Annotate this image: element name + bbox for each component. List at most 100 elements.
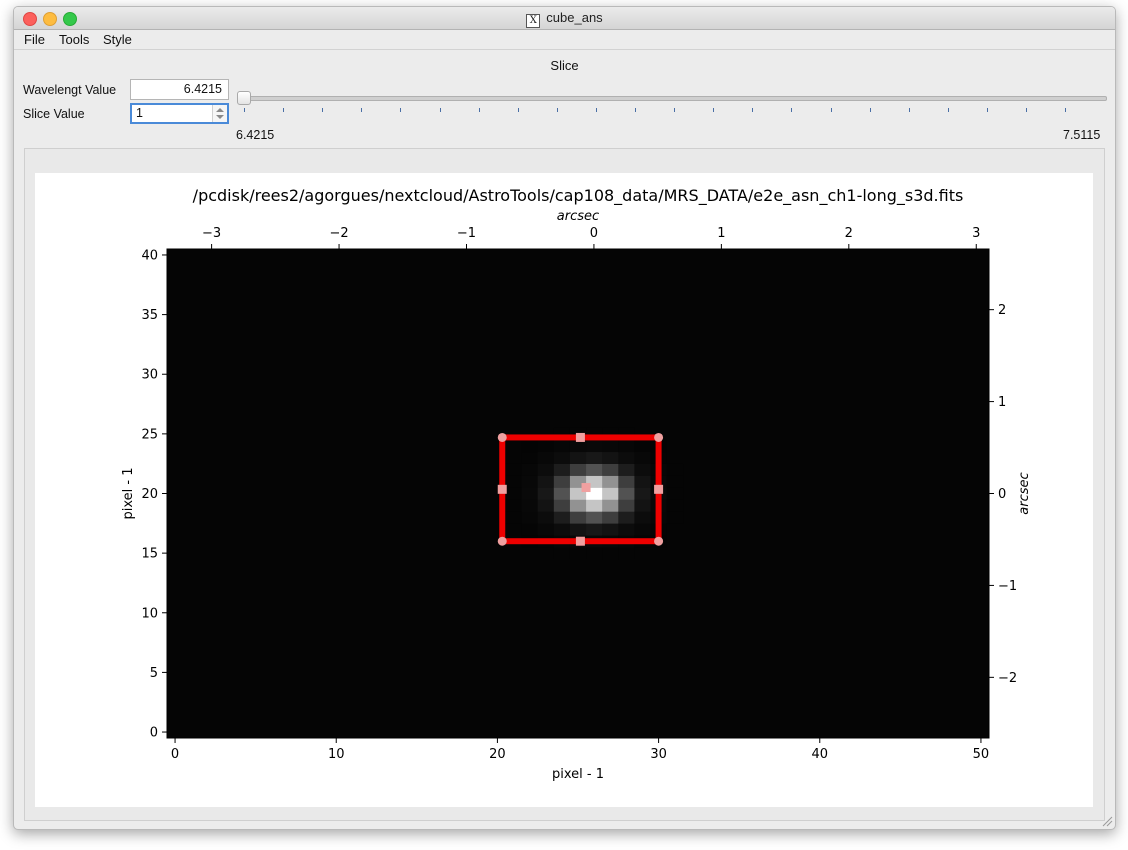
slider-tick [635,108,636,112]
right-y-tick-label: 2 [998,303,1006,318]
pixel-cell [553,451,571,464]
spin-up-icon[interactable] [216,108,224,112]
pixel-cell [586,511,603,524]
top-x-tick-label: −1 [457,226,476,241]
right-y-tick-label: −2 [998,671,1017,686]
pixel-cell [521,463,539,476]
roi-corner-handle[interactable] [654,536,664,546]
slider-tick [752,108,754,112]
image-plot[interactable]: 0 10 20 30 40 500510152025303540−3 −2 −1 0 1 2 3−2−… [35,173,1093,807]
plot-canvas[interactable]: 0 10 20 30 40 50 0 5 10 15 20 25 30 35 40 −3 −2 −1 0 1 2 3 −2−… [35,173,1093,807]
slider-tick [986,108,988,112]
y-tick-label: 10 [141,606,158,621]
pixel-cell [569,523,587,536]
pixel-cell [618,523,635,536]
y-tick-label: 40 [141,248,158,263]
slider-tick [947,108,949,112]
y-tick-label: 5 [150,666,158,681]
roi-edge-handle[interactable] [654,484,664,494]
pixel-cell [505,475,522,488]
pixel-cell [618,487,635,500]
y-tick-label: 15 [141,547,158,562]
top-x-tick-label: 1 [717,226,725,241]
pixel-cell [521,475,539,488]
pixel-cell [537,451,555,464]
pixel-cell [618,439,635,453]
spin-down-icon[interactable] [216,115,224,119]
pixel-cell [586,499,603,512]
slider-max-label: 7.5115 [1063,128,1101,142]
pixel-cell [586,463,603,476]
pixel-cell [505,499,522,512]
x-tick-label: 0 [171,747,179,762]
resize-grip-icon[interactable] [1101,815,1113,827]
pixel-cell [586,451,603,464]
top-x-tick-label: −2 [329,226,348,241]
top-x-tick-label: −3 [202,226,221,241]
pixel-cell [634,511,651,524]
top-x-tick-label: 0 [590,226,598,241]
spinbox-arrows[interactable] [212,105,227,122]
pixel-cell [553,547,571,560]
roi-edge-handle[interactable] [497,484,507,494]
pixel-cell [553,463,571,476]
wavelength-label: Wavelengt Value [23,83,117,97]
pixel-cell [602,547,619,560]
pixel-cell [634,451,651,464]
menu-style[interactable]: Style [103,32,132,47]
title-bar[interactable]: Xcube_ans [14,7,1115,30]
pixel-cell [618,511,635,524]
slider-tick [1026,108,1027,112]
slider-tick [283,108,285,112]
roi-edge-handle[interactable] [575,432,585,442]
pixel-cell [537,487,555,500]
menu-tools[interactable]: Tools [59,32,89,47]
pixel-cell [666,487,684,500]
right-y-tick-label: 1 [998,395,1006,410]
x-tick-label: 50 [973,747,990,762]
wavelength-input[interactable]: 6.4215 [130,79,229,100]
menu-file[interactable]: File [24,32,45,47]
pixel-cell [618,463,635,476]
x-tick-label: 20 [489,747,506,762]
x-tick-label: 40 [811,747,828,762]
pixel-cell [553,523,571,536]
roi-corner-handle[interactable] [497,432,507,442]
pixel-cell [634,439,651,453]
roi-edge-handle[interactable] [575,536,585,546]
wavelength-slider-track[interactable] [244,96,1107,101]
pixel-cell [602,475,619,488]
right-y-axis-label: arcsec [1017,472,1032,514]
slider-tick [478,108,480,112]
pixel-cell [537,499,555,512]
pixel-cell [618,499,635,512]
pixel-cell [569,463,587,476]
pixel-cell [602,511,619,524]
y-tick-label: 20 [141,487,158,502]
slider-tick [244,108,245,112]
pixel-cell [553,487,571,500]
y-tick-label: 30 [141,368,158,383]
pixel-cell [537,523,555,536]
slider-tick [322,108,324,112]
pixel-cell [569,511,587,524]
pixel-cell [569,499,587,512]
pixel-cell [521,523,539,536]
pixel-cell [553,499,571,512]
pixel-cell [521,451,539,464]
pixel-cell [666,511,684,524]
pixel-cell [602,499,619,512]
y-tick-label: 35 [141,308,158,323]
roi-corner-handle[interactable] [497,536,507,546]
roi-corner-handle[interactable] [654,432,664,442]
slice-value-spinbox[interactable]: 1 [130,103,229,124]
wavelength-slider-handle[interactable] [237,91,251,105]
x11-icon: X [526,14,541,28]
slider-tick [517,108,519,112]
roi-edge-handle[interactable] [581,483,591,493]
pixel-cell [521,499,539,512]
y-tick-label: 25 [141,427,158,442]
pixel-cell [618,547,635,560]
pixel-cell [537,475,555,488]
slider-tick [830,108,832,112]
